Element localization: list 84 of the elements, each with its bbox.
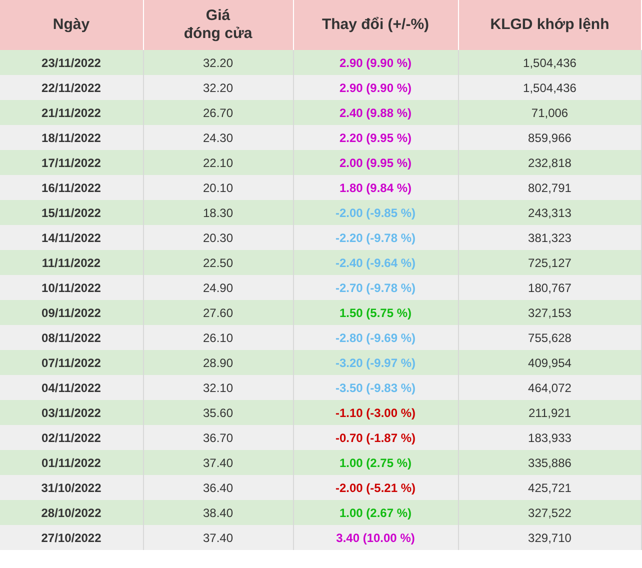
- date-cell: 28/10/2022: [0, 500, 143, 525]
- date-cell: 04/11/2022: [0, 375, 143, 400]
- change-cell: 2.00 (9.95 %): [293, 150, 458, 175]
- price-cell: 24.90: [143, 275, 293, 300]
- volume-cell: 409,954: [458, 350, 642, 375]
- change-cell: -2.80 (-9.69 %): [293, 325, 458, 350]
- volume-cell: 425,721: [458, 475, 642, 500]
- price-cell: 20.10: [143, 175, 293, 200]
- price-cell: 37.40: [143, 450, 293, 475]
- volume-cell: 1,504,436: [458, 75, 642, 100]
- date-cell: 09/11/2022: [0, 300, 143, 325]
- price-cell: 27.60: [143, 300, 293, 325]
- change-cell: -3.20 (-9.97 %): [293, 350, 458, 375]
- date-cell: 21/11/2022: [0, 100, 143, 125]
- column-header: Thay đổi (+/-%): [293, 0, 458, 50]
- price-cell: 38.40: [143, 500, 293, 525]
- date-cell: 27/10/2022: [0, 525, 143, 550]
- change-cell: -2.20 (-9.78 %): [293, 225, 458, 250]
- date-cell: 01/11/2022: [0, 450, 143, 475]
- price-cell: 35.60: [143, 400, 293, 425]
- change-cell: 3.40 (10.00 %): [293, 525, 458, 550]
- price-cell: 32.20: [143, 50, 293, 75]
- date-cell: 14/11/2022: [0, 225, 143, 250]
- change-cell: -2.70 (-9.78 %): [293, 275, 458, 300]
- date-cell: 02/11/2022: [0, 425, 143, 450]
- price-cell: 24.30: [143, 125, 293, 150]
- change-cell: 2.90 (9.90 %): [293, 75, 458, 100]
- date-cell: 10/11/2022: [0, 275, 143, 300]
- column-header: KLGD khớp lệnh: [458, 0, 642, 50]
- change-cell: -2.00 (-5.21 %): [293, 475, 458, 500]
- volume-cell: 802,791: [458, 175, 642, 200]
- volume-cell: 71,006: [458, 100, 642, 125]
- price-cell: 26.70: [143, 100, 293, 125]
- price-cell: 32.10: [143, 375, 293, 400]
- change-cell: -3.50 (-9.83 %): [293, 375, 458, 400]
- volume-cell: 1,504,436: [458, 50, 642, 75]
- change-cell: -2.00 (-9.85 %): [293, 200, 458, 225]
- volume-cell: 211,921: [458, 400, 642, 425]
- price-cell: 18.30: [143, 200, 293, 225]
- volume-cell: 335,886: [458, 450, 642, 475]
- change-cell: 1.00 (2.75 %): [293, 450, 458, 475]
- volume-cell: 180,767: [458, 275, 642, 300]
- price-cell: 28.90: [143, 350, 293, 375]
- date-cell: 22/11/2022: [0, 75, 143, 100]
- change-cell: -0.70 (-1.87 %): [293, 425, 458, 450]
- price-cell: 22.50: [143, 250, 293, 275]
- date-cell: 15/11/2022: [0, 200, 143, 225]
- date-cell: 08/11/2022: [0, 325, 143, 350]
- change-cell: 1.00 (2.67 %): [293, 500, 458, 525]
- price-cell: 20.30: [143, 225, 293, 250]
- change-cell: 2.90 (9.90 %): [293, 50, 458, 75]
- volume-cell: 232,818: [458, 150, 642, 175]
- date-cell: 18/11/2022: [0, 125, 143, 150]
- change-cell: 1.80 (9.84 %): [293, 175, 458, 200]
- volume-cell: 327,153: [458, 300, 642, 325]
- date-cell: 07/11/2022: [0, 350, 143, 375]
- volume-cell: 243,313: [458, 200, 642, 225]
- volume-cell: 725,127: [458, 250, 642, 275]
- price-cell: 32.20: [143, 75, 293, 100]
- volume-cell: 859,966: [458, 125, 642, 150]
- price-cell: 26.10: [143, 325, 293, 350]
- change-cell: 1.50 (5.75 %): [293, 300, 458, 325]
- change-cell: -1.10 (-3.00 %): [293, 400, 458, 425]
- price-cell: 22.10: [143, 150, 293, 175]
- change-cell: 2.20 (9.95 %): [293, 125, 458, 150]
- volume-cell: 755,628: [458, 325, 642, 350]
- date-cell: 17/11/2022: [0, 150, 143, 175]
- change-cell: 2.40 (9.88 %): [293, 100, 458, 125]
- volume-cell: 329,710: [458, 525, 642, 550]
- change-cell: -2.40 (-9.64 %): [293, 250, 458, 275]
- date-cell: 11/11/2022: [0, 250, 143, 275]
- price-cell: 37.40: [143, 525, 293, 550]
- price-cell: 36.70: [143, 425, 293, 450]
- column-header: Giá đóng cửa: [143, 0, 293, 50]
- volume-cell: 464,072: [458, 375, 642, 400]
- price-cell: 36.40: [143, 475, 293, 500]
- volume-cell: 327,522: [458, 500, 642, 525]
- volume-cell: 183,933: [458, 425, 642, 450]
- date-cell: 23/11/2022: [0, 50, 143, 75]
- date-cell: 03/11/2022: [0, 400, 143, 425]
- volume-cell: 381,323: [458, 225, 642, 250]
- column-header: Ngày: [0, 0, 143, 50]
- date-cell: 16/11/2022: [0, 175, 143, 200]
- date-cell: 31/10/2022: [0, 475, 143, 500]
